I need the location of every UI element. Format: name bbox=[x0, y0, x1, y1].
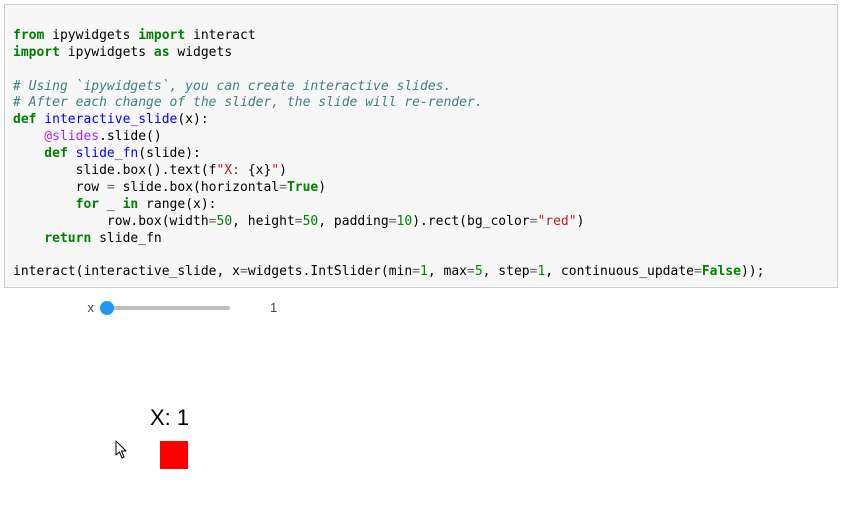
op-eq-8: = bbox=[412, 264, 420, 279]
bool-true: True bbox=[287, 180, 318, 195]
call-a: interact(interactive_slide, x bbox=[13, 264, 240, 279]
kw-def-1: def bbox=[13, 112, 36, 127]
slider-label: x bbox=[78, 300, 94, 315]
call-e: , continuous_update bbox=[545, 264, 694, 279]
kw-as: as bbox=[154, 45, 170, 60]
rect-e: ) bbox=[577, 214, 585, 229]
op-eq-11: = bbox=[694, 264, 702, 279]
for-var: _ bbox=[99, 197, 122, 212]
decorator-slides: @slides bbox=[13, 129, 99, 144]
output-area: X: 1 bbox=[0, 405, 842, 469]
op-eq-4: = bbox=[295, 214, 303, 229]
import-interact: interact bbox=[185, 28, 255, 43]
mod-ipywidgets: ipywidgets bbox=[44, 28, 138, 43]
kw-import-2: import bbox=[13, 45, 60, 60]
rect-a: row.box(width bbox=[13, 214, 209, 229]
slider-track[interactable] bbox=[100, 301, 230, 315]
fn-interactive-slide: interactive_slide bbox=[36, 112, 177, 127]
fstr-braces: {x} bbox=[248, 163, 271, 178]
call-f: )); bbox=[741, 264, 764, 279]
row-c: ) bbox=[318, 180, 326, 195]
return-rest: slide_fn bbox=[91, 231, 161, 246]
comment-2: # After each change of the slider, the s… bbox=[13, 95, 483, 110]
slider-bar bbox=[106, 306, 230, 310]
kw-def-2: def bbox=[13, 146, 68, 161]
call-d: , step bbox=[483, 264, 530, 279]
op-eq-5: = bbox=[389, 214, 397, 229]
fn-slide-fn: slide_fn bbox=[68, 146, 138, 161]
call-c: , max bbox=[428, 264, 467, 279]
output-red-box bbox=[160, 441, 188, 469]
comment-1: # Using `ipywidgets`, you can create int… bbox=[13, 79, 451, 94]
kw-return: return bbox=[13, 231, 91, 246]
str-x-a: "X: bbox=[217, 163, 248, 178]
op-eq-1: = bbox=[107, 180, 115, 195]
code-cell: from ipywidgets import interact import i… bbox=[4, 4, 838, 288]
call-b: widgets.IntSlider(min bbox=[248, 264, 412, 279]
op-eq-7: = bbox=[240, 264, 248, 279]
fn1-args: (x): bbox=[177, 112, 208, 127]
str-x-b: " bbox=[271, 163, 279, 178]
row-b: slide.box(horizontal bbox=[115, 180, 279, 195]
slider-thumb[interactable] bbox=[100, 301, 114, 315]
num-1-a: 1 bbox=[420, 264, 428, 279]
rect-c: , padding bbox=[318, 214, 388, 229]
code-text-a: slide.box().text(f bbox=[13, 163, 217, 178]
num-5: 5 bbox=[475, 264, 483, 279]
slider-value: 1 bbox=[270, 300, 277, 315]
op-eq-3: = bbox=[209, 214, 217, 229]
num-50-b: 50 bbox=[303, 214, 319, 229]
row-a: row bbox=[13, 180, 107, 195]
alias-widgets: widgets bbox=[170, 45, 233, 60]
op-eq-9: = bbox=[467, 264, 475, 279]
decorator-rest: .slide() bbox=[99, 129, 162, 144]
str-red: "red" bbox=[537, 214, 576, 229]
kw-in: in bbox=[123, 197, 139, 212]
bool-false: False bbox=[702, 264, 741, 279]
mod-ipywidgets-2: ipywidgets bbox=[60, 45, 154, 60]
num-50-a: 50 bbox=[217, 214, 233, 229]
fn2-args: (slide): bbox=[138, 146, 201, 161]
rect-d: ).rect(bg_color bbox=[412, 214, 529, 229]
kw-for: for bbox=[13, 197, 99, 212]
op-eq-2: = bbox=[279, 180, 287, 195]
for-rest: range(x): bbox=[138, 197, 216, 212]
cursor-icon bbox=[115, 440, 129, 460]
kw-from: from bbox=[13, 28, 44, 43]
slider-widget: x 1 bbox=[0, 292, 842, 315]
num-10: 10 bbox=[397, 214, 413, 229]
kw-import: import bbox=[138, 28, 185, 43]
output-text: X: 1 bbox=[150, 405, 842, 431]
code-text-b: ) bbox=[279, 163, 287, 178]
rect-b: , height bbox=[232, 214, 295, 229]
